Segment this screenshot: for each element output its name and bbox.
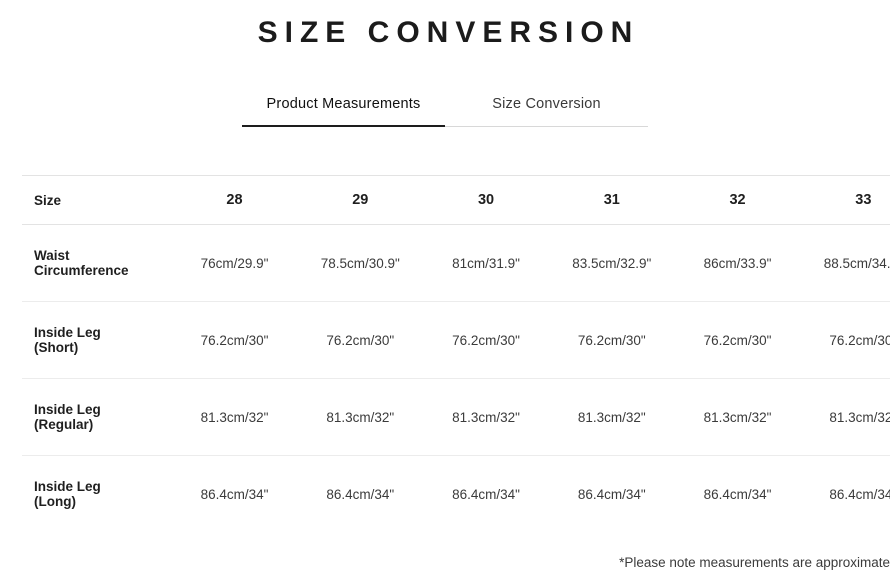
column-header-32: 32	[674, 175, 801, 225]
cell-long-28: 86.4cm/34"	[171, 455, 298, 532]
row-header-line-1: Inside Leg	[34, 325, 101, 340]
cell-short-33: 76.2cm/30"	[800, 301, 890, 379]
column-header-28: 28	[171, 175, 298, 225]
tab-bar: Product Measurements Size Conversion	[242, 90, 648, 127]
column-header-29: 29	[297, 175, 424, 225]
cell-regular-33: 81.3cm/32"	[800, 378, 890, 456]
cell-regular-30: 81.3cm/32"	[423, 378, 549, 456]
cell-waist-30: 81cm/31.9"	[423, 224, 549, 302]
cell-short-30: 76.2cm/30"	[423, 301, 549, 379]
table-row: Inside Leg (Long) 86.4cm/34" 86.4cm/34" …	[22, 455, 890, 532]
cell-long-32: 86.4cm/34"	[674, 455, 801, 532]
cell-short-31: 76.2cm/30"	[548, 301, 675, 379]
row-header-line-2: (Short)	[34, 340, 79, 355]
column-header-33: 33	[800, 175, 890, 225]
cell-waist-31: 83.5cm/32.9"	[548, 224, 675, 302]
table-header-row: Size 28 29 30 31 32 33 34	[22, 175, 890, 225]
cell-regular-31: 81.3cm/32"	[548, 378, 675, 456]
row-header-inside-leg-regular: Inside Leg (Regular)	[22, 378, 172, 456]
column-header-30: 30	[423, 175, 549, 225]
table-row: Inside Leg (Regular) 81.3cm/32" 81.3cm/3…	[22, 378, 890, 456]
row-header-inside-leg-short: Inside Leg (Short)	[22, 301, 172, 379]
cell-long-30: 86.4cm/34"	[423, 455, 549, 532]
size-table-header: Size 28 29 30 31 32 33 34	[22, 175, 890, 225]
size-conversion-page: SIZE CONVERSION Product Measurements Siz…	[0, 16, 890, 576]
size-table: Size 28 29 30 31 32 33 34 Waist Circumfe…	[22, 175, 890, 532]
cell-short-29: 76.2cm/30"	[297, 301, 424, 379]
cell-waist-29: 78.5cm/30.9"	[297, 224, 424, 302]
row-header-line-2: Circumference	[34, 263, 129, 278]
row-header-line-2: (Long)	[34, 494, 76, 509]
measurements-footnote: *Please note measurements are approximat…	[619, 555, 890, 570]
column-header-size: Size	[22, 175, 172, 225]
tab-size-conversion[interactable]: Size Conversion	[445, 90, 648, 126]
cell-long-33: 86.4cm/34"	[800, 455, 890, 532]
tab-product-measurements[interactable]: Product Measurements	[242, 90, 445, 127]
page-title: SIZE CONVERSION	[257, 16, 640, 49]
row-header-line-2: (Regular)	[34, 417, 94, 432]
row-header-line-1: Inside Leg	[34, 402, 101, 417]
row-header-line-1: Waist	[34, 248, 70, 263]
cell-waist-28: 76cm/29.9"	[171, 224, 298, 302]
cell-long-31: 86.4cm/34"	[548, 455, 675, 532]
cell-short-32: 76.2cm/30"	[674, 301, 801, 379]
cell-waist-32: 86cm/33.9"	[674, 224, 801, 302]
row-header-waist-circumference: Waist Circumference	[22, 224, 172, 302]
row-header-line-1: Inside Leg	[34, 479, 101, 494]
cell-regular-32: 81.3cm/32"	[674, 378, 801, 456]
cell-long-29: 86.4cm/34"	[297, 455, 424, 532]
table-row: Waist Circumference 76cm/29.9" 78.5cm/30…	[22, 224, 890, 302]
row-header-inside-leg-long: Inside Leg (Long)	[22, 455, 172, 532]
size-table-body: Waist Circumference 76cm/29.9" 78.5cm/30…	[22, 224, 890, 532]
cell-regular-29: 81.3cm/32"	[297, 378, 424, 456]
table-row: Inside Leg (Short) 76.2cm/30" 76.2cm/30"…	[22, 301, 890, 379]
cell-short-28: 76.2cm/30"	[171, 301, 298, 379]
cell-waist-33: 88.5cm/34.8"	[800, 224, 890, 302]
column-header-31: 31	[548, 175, 675, 225]
size-table-container: Size 28 29 30 31 32 33 34 Waist Circumfe…	[0, 175, 890, 532]
cell-regular-28: 81.3cm/32"	[171, 378, 298, 456]
